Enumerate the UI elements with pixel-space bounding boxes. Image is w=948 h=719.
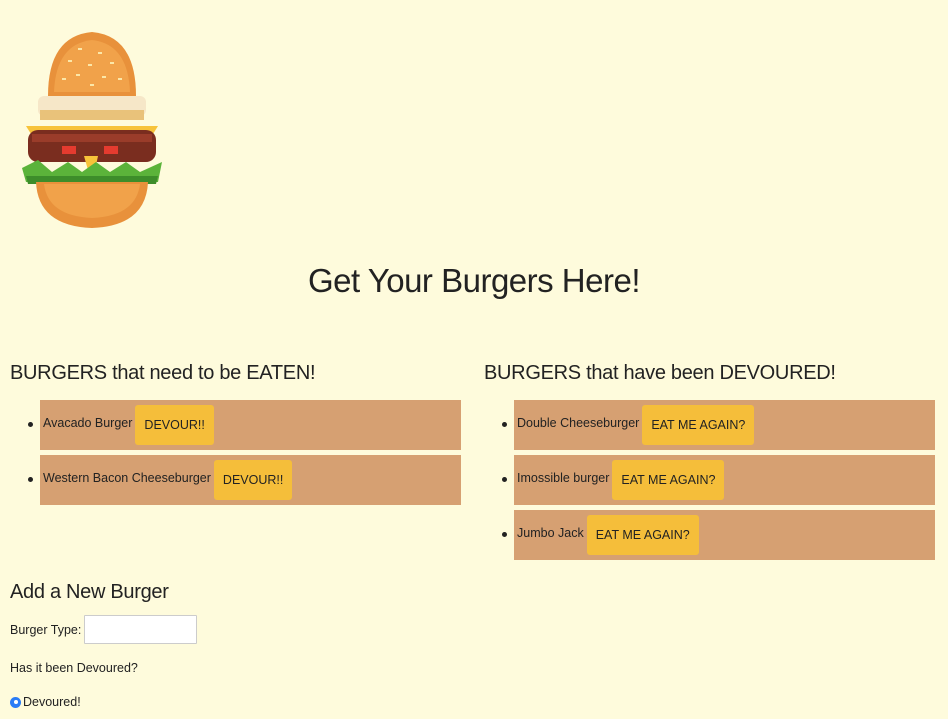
eat-again-button[interactable]: EAT ME AGAIN? <box>612 460 725 500</box>
bullet-icon <box>502 532 507 537</box>
burger-name: Double Cheeseburger <box>517 416 640 430</box>
devoured-heading: BURGERS that have been DEVOURED! <box>484 362 836 384</box>
burger-card: Western Bacon Cheeseburger DEVOUR!! <box>40 455 461 505</box>
list-item: Avacado Burger DEVOUR!! <box>24 400 461 450</box>
burger-name: Western Bacon Cheeseburger <box>43 471 211 485</box>
devoured-radio-row[interactable]: Devoured! <box>10 695 81 709</box>
list-item: Double Cheeseburger EAT ME AGAIN? <box>498 400 935 450</box>
add-burger-heading: Add a New Burger <box>10 581 169 603</box>
burger-card: Imossible burger EAT ME AGAIN? <box>514 455 935 505</box>
page-title: Get Your Burgers Here! <box>307 262 641 299</box>
bullet-icon <box>28 422 33 427</box>
bullet-icon <box>502 477 507 482</box>
devour-button[interactable]: DEVOUR!! <box>213 460 293 500</box>
burger-name: Avacado Burger <box>43 416 133 430</box>
burger-card: Jumbo Jack EAT ME AGAIN? <box>514 510 935 560</box>
devoured-list: Double Cheeseburger EAT ME AGAIN? Imossi… <box>498 400 935 565</box>
eat-again-button[interactable]: EAT ME AGAIN? <box>586 515 699 555</box>
burger-type-label: Burger Type: <box>10 622 82 637</box>
list-item: Imossible burger EAT ME AGAIN? <box>498 455 935 505</box>
burger-card: Avacado Burger DEVOUR!! <box>40 400 461 450</box>
list-item: Western Bacon Cheeseburger DEVOUR!! <box>24 455 461 505</box>
devoured-question: Has it been Devoured? <box>10 661 138 675</box>
to-eat-heading: BURGERS that need to be EATEN! <box>10 362 316 384</box>
list-item: Jumbo Jack EAT ME AGAIN? <box>498 510 935 560</box>
bullet-icon <box>502 422 507 427</box>
burger-name: Imossible burger <box>517 471 610 485</box>
burger-type-input[interactable] <box>84 615 198 644</box>
bullet-icon <box>28 477 33 482</box>
burger-card: Double Cheeseburger EAT ME AGAIN? <box>514 400 935 450</box>
burger-logo-icon <box>22 32 162 228</box>
devoured-radio[interactable] <box>10 696 21 708</box>
eat-again-button[interactable]: EAT ME AGAIN? <box>642 405 755 445</box>
devour-button[interactable]: DEVOUR!! <box>135 405 214 445</box>
burger-name: Jumbo Jack <box>517 526 584 540</box>
burger-type-row: Burger Type: <box>10 615 198 644</box>
devoured-radio-label: Devoured! <box>23 695 81 709</box>
to-eat-list: Avacado Burger DEVOUR!! Western Bacon Ch… <box>24 400 461 510</box>
